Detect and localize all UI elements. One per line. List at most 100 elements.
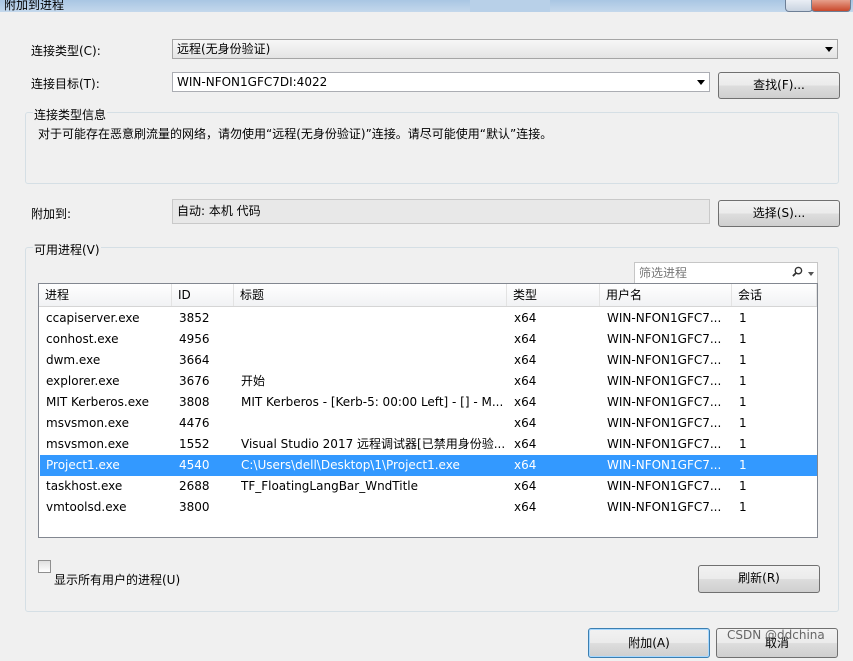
column-username[interactable]: 用户名 xyxy=(600,284,732,306)
cell-title: 开始 xyxy=(241,374,266,388)
cell-session: 1 xyxy=(739,437,747,451)
cell-id: 1552 xyxy=(179,437,210,451)
cell-user: WIN-NFON1GFC7... xyxy=(607,416,722,430)
cell-user: WIN-NFON1GFC7... xyxy=(607,500,722,514)
cell-session: 1 xyxy=(739,311,747,325)
cell-type: x64 xyxy=(514,395,537,409)
table-row[interactable]: vmtoolsd.exe 3800 x64 WIN-NFON1GFC7... 1 xyxy=(40,497,817,518)
column-session[interactable]: 会话 xyxy=(732,284,817,306)
cell-type: x64 xyxy=(514,500,537,514)
cell-user: WIN-NFON1GFC7... xyxy=(607,374,722,388)
filter-placeholder: 筛选进程 xyxy=(639,266,688,280)
cell-name: explorer.exe xyxy=(46,374,120,388)
table-row[interactable]: msvsmon.exe 1552 Visual Studio 2017 远程调试器[… xyxy=(40,434,817,455)
cell-title: C:\Users\dell\Desktop\1\Project1.exe xyxy=(241,458,460,472)
cell-session: 1 xyxy=(739,395,747,409)
column-id[interactable]: ID xyxy=(172,284,234,306)
refresh-button[interactable]: 刷新(R) xyxy=(698,565,820,593)
attach-button[interactable]: 附加(A) xyxy=(588,628,710,658)
cell-user: WIN-NFON1GFC7... xyxy=(607,395,722,409)
cell-name: dwm.exe xyxy=(46,353,101,367)
table-row[interactable]: taskhost.exe 2688 TF_FloatingLangBar_WndTi… xyxy=(40,476,817,497)
cell-title: MIT Kerberos - [Kerb-5: 00:00 Left] - []… xyxy=(241,395,504,409)
cell-session: 1 xyxy=(739,458,747,472)
show-all-users-checkbox[interactable] xyxy=(38,560,51,573)
cell-id: 4956 xyxy=(179,332,210,346)
connection-type-value: 远程(无身份验证) xyxy=(177,42,271,56)
chevron-down-icon xyxy=(697,80,705,85)
cell-session: 1 xyxy=(739,353,747,367)
cell-name: msvsmon.exe xyxy=(46,416,130,430)
table-row[interactable]: ccapiserver.exe 3852 x64 WIN-NFON1GFC7... 1 xyxy=(40,308,817,329)
cell-name: ccapiserver.exe xyxy=(46,311,140,325)
filter-processes-input[interactable]: 筛选进程 xyxy=(634,262,818,284)
cell-title: Visual Studio 2017 远程调试器[已禁用身份验... xyxy=(241,437,506,451)
cell-name: vmtoolsd.exe xyxy=(46,500,127,514)
column-process[interactable]: 进程 xyxy=(39,284,172,306)
cell-session: 1 xyxy=(739,500,747,514)
cell-session: 1 xyxy=(739,416,747,430)
cell-title: TF_FloatingLangBar_WndTitle xyxy=(241,479,419,493)
cell-id: 2688 xyxy=(179,479,210,493)
connection-target-input[interactable]: WIN-NFON1GFC7DI:4022 xyxy=(172,72,710,92)
table-row[interactable]: conhost.exe 4956 x64 WIN-NFON1GFC7... 1 xyxy=(40,329,817,350)
connection-type-dropdown[interactable]: 远程(无身份验证) xyxy=(172,39,838,59)
find-button[interactable]: 查找(F)... xyxy=(718,72,840,99)
window-title: 附加到进程 xyxy=(4,0,65,12)
cell-name: msvsmon.exe xyxy=(46,437,130,451)
cell-type: x64 xyxy=(514,332,537,346)
table-row[interactable]: msvsmon.exe 4476 x64 WIN-NFON1GFC7... 1 xyxy=(40,413,817,434)
table-row[interactable]: dwm.exe 3664 x64 WIN-NFON1GFC7... 1 xyxy=(40,350,817,371)
chevron-down-icon xyxy=(825,47,833,52)
cell-id: 3808 xyxy=(179,395,210,409)
table-row[interactable]: explorer.exe 3676 开始 x64 WIN-NFON1GFC7... 1 xyxy=(40,371,817,392)
cell-name: taskhost.exe xyxy=(46,479,123,493)
connection-info-panel xyxy=(25,112,839,184)
cell-name: Project1.exe xyxy=(46,458,120,472)
cell-session: 1 xyxy=(739,332,747,346)
column-type[interactable]: 类型 xyxy=(507,284,600,306)
column-title[interactable]: 标题 xyxy=(234,284,507,306)
cell-type: x64 xyxy=(514,311,537,325)
watermark: CSDN @ddchina xyxy=(727,628,825,642)
connection-info-text: 对于可能存在恶意刷流量的网络，请勿使用“远程(无身份验证)”连接。请尽可能使用“… xyxy=(38,127,553,141)
connection-target-value: WIN-NFON1GFC7DI:4022 xyxy=(177,75,328,89)
table-header: 进程 ID 标题 类型 用户名 会话 xyxy=(39,284,817,307)
process-table[interactable]: 进程 ID 标题 类型 用户名 会话 ccapiserver.exe 3852 x6… xyxy=(38,283,818,538)
cell-type: x64 xyxy=(514,416,537,430)
cell-user: WIN-NFON1GFC7... xyxy=(607,311,722,325)
attach-to-label: 附加到: xyxy=(31,207,72,221)
cell-type: x64 xyxy=(514,374,537,388)
cell-session: 1 xyxy=(739,479,747,493)
cell-user: WIN-NFON1GFC7... xyxy=(607,332,722,346)
cell-id: 4476 xyxy=(179,416,210,430)
close-button[interactable] xyxy=(811,0,851,12)
title-bar: 附加到进程 xyxy=(0,0,853,12)
cell-id: 3800 xyxy=(179,500,210,514)
table-row[interactable]: Project1.exe 4540 C:\Users\dell\Desktop\1\… xyxy=(40,455,817,476)
cell-user: WIN-NFON1GFC7... xyxy=(607,458,722,472)
cell-type: x64 xyxy=(514,458,537,472)
cell-name: MIT Kerberos.exe xyxy=(46,395,149,409)
cell-id: 3852 xyxy=(179,311,210,325)
show-all-users-label: 显示所有用户的进程(U) xyxy=(54,573,181,587)
table-row[interactable]: MIT Kerberos.exe 3808 MIT Kerberos - [Kerb… xyxy=(40,392,817,413)
cell-session: 1 xyxy=(739,374,747,388)
cell-type: x64 xyxy=(514,437,537,451)
cell-id: 3676 xyxy=(179,374,210,388)
connection-info-title: 连接类型信息 xyxy=(33,106,108,123)
cell-name: conhost.exe xyxy=(46,332,119,346)
connection-target-label: 连接目标(T): xyxy=(31,77,100,91)
connection-type-label: 连接类型(C): xyxy=(31,44,101,58)
available-processes-label: 可用进程(V) xyxy=(33,241,101,258)
attach-to-value: 自动: 本机 代码 xyxy=(172,199,710,224)
cell-type: x64 xyxy=(514,353,537,367)
search-icon[interactable] xyxy=(792,266,803,277)
cell-id: 4540 xyxy=(179,458,210,472)
cell-id: 3664 xyxy=(179,353,210,367)
cell-user: WIN-NFON1GFC7... xyxy=(607,437,722,451)
cell-type: x64 xyxy=(514,479,537,493)
search-options-chevron-icon[interactable] xyxy=(808,272,814,276)
select-code-type-button[interactable]: 选择(S)... xyxy=(718,200,840,227)
minimize-button[interactable] xyxy=(785,0,813,12)
